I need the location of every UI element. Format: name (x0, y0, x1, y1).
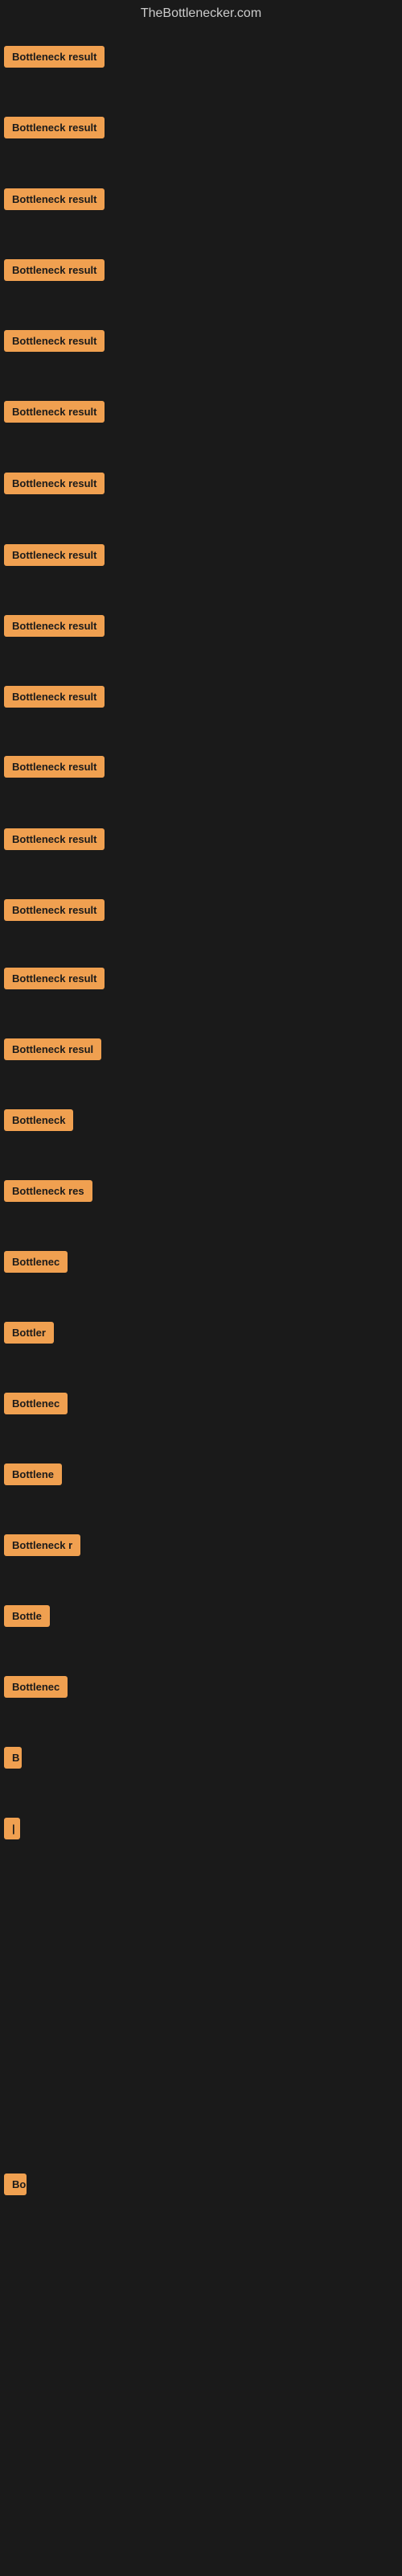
bottleneck-item: Bottleneck res (4, 1180, 92, 1206)
bottleneck-badge[interactable]: Bottleneck result (4, 686, 105, 708)
bottleneck-item: Bottleneck result (4, 46, 105, 72)
bottleneck-badge[interactable]: Bottleneck result (4, 46, 105, 68)
bottleneck-badge[interactable]: Bottlene (4, 1463, 62, 1485)
items-container (0, 27, 402, 35)
bottleneck-item: Bottle (4, 1605, 50, 1631)
bottleneck-item: Bottleneck result (4, 117, 105, 142)
bottleneck-badge[interactable]: Bottler (4, 1322, 54, 1344)
bottleneck-badge[interactable]: | (4, 1818, 20, 1839)
bottleneck-item: B (4, 1747, 22, 1773)
bottleneck-badge[interactable]: Bottleneck result (4, 188, 105, 210)
bottleneck-item: Bottleneck result (4, 899, 105, 925)
bottleneck-badge[interactable]: Bottleneck result (4, 828, 105, 850)
bottleneck-item: Bo (4, 2174, 27, 2199)
bottleneck-item: Bottleneck result (4, 686, 105, 712)
bottleneck-item: Bottleneck result (4, 188, 105, 214)
bottleneck-badge[interactable]: Bottleneck result (4, 899, 105, 921)
bottleneck-item: Bottleneck resul (4, 1038, 101, 1064)
bottleneck-badge[interactable]: Bottlenec (4, 1676, 68, 1698)
bottleneck-item: Bottler (4, 1322, 54, 1348)
bottleneck-item: Bottleneck result (4, 473, 105, 498)
bottleneck-item: Bottleneck result (4, 259, 105, 285)
bottleneck-item: Bottlenec (4, 1676, 68, 1702)
bottleneck-badge[interactable]: B (4, 1747, 22, 1769)
bottleneck-badge[interactable]: Bottleneck result (4, 117, 105, 138)
bottleneck-item: Bottleneck (4, 1109, 73, 1135)
bottleneck-badge[interactable]: Bottlenec (4, 1393, 68, 1414)
bottleneck-item: Bottleneck result (4, 401, 105, 427)
bottleneck-item: Bottleneck result (4, 756, 105, 782)
bottleneck-badge[interactable]: Bottleneck result (4, 544, 105, 566)
bottleneck-item: Bottlene (4, 1463, 62, 1489)
bottleneck-badge[interactable]: Bottleneck result (4, 615, 105, 637)
bottleneck-item: Bottlenec (4, 1251, 68, 1277)
bottleneck-item: Bottleneck r (4, 1534, 80, 1560)
bottleneck-badge[interactable]: Bottleneck resul (4, 1038, 101, 1060)
bottleneck-badge[interactable]: Bo (4, 2174, 27, 2195)
bottleneck-item: Bottlenec (4, 1393, 68, 1418)
bottleneck-badge[interactable]: Bottleneck result (4, 401, 105, 423)
bottleneck-item: Bottleneck result (4, 544, 105, 570)
bottleneck-badge[interactable]: Bottlenec (4, 1251, 68, 1273)
bottleneck-badge[interactable]: Bottleneck result (4, 259, 105, 281)
site-title: TheBottlenecker.com (0, 0, 402, 27)
bottleneck-item: | (4, 1818, 20, 1843)
bottleneck-badge[interactable]: Bottleneck result (4, 473, 105, 494)
bottleneck-badge[interactable]: Bottleneck result (4, 330, 105, 352)
bottleneck-item: Bottleneck result (4, 330, 105, 356)
bottleneck-badge[interactable]: Bottleneck result (4, 968, 105, 989)
bottleneck-badge[interactable]: Bottle (4, 1605, 50, 1627)
bottleneck-item: Bottleneck result (4, 968, 105, 993)
bottleneck-badge[interactable]: Bottleneck result (4, 756, 105, 778)
bottleneck-item: Bottleneck result (4, 615, 105, 641)
bottleneck-badge[interactable]: Bottleneck r (4, 1534, 80, 1556)
bottleneck-badge[interactable]: Bottleneck res (4, 1180, 92, 1202)
bottleneck-badge[interactable]: Bottleneck (4, 1109, 73, 1131)
bottleneck-item: Bottleneck result (4, 828, 105, 854)
